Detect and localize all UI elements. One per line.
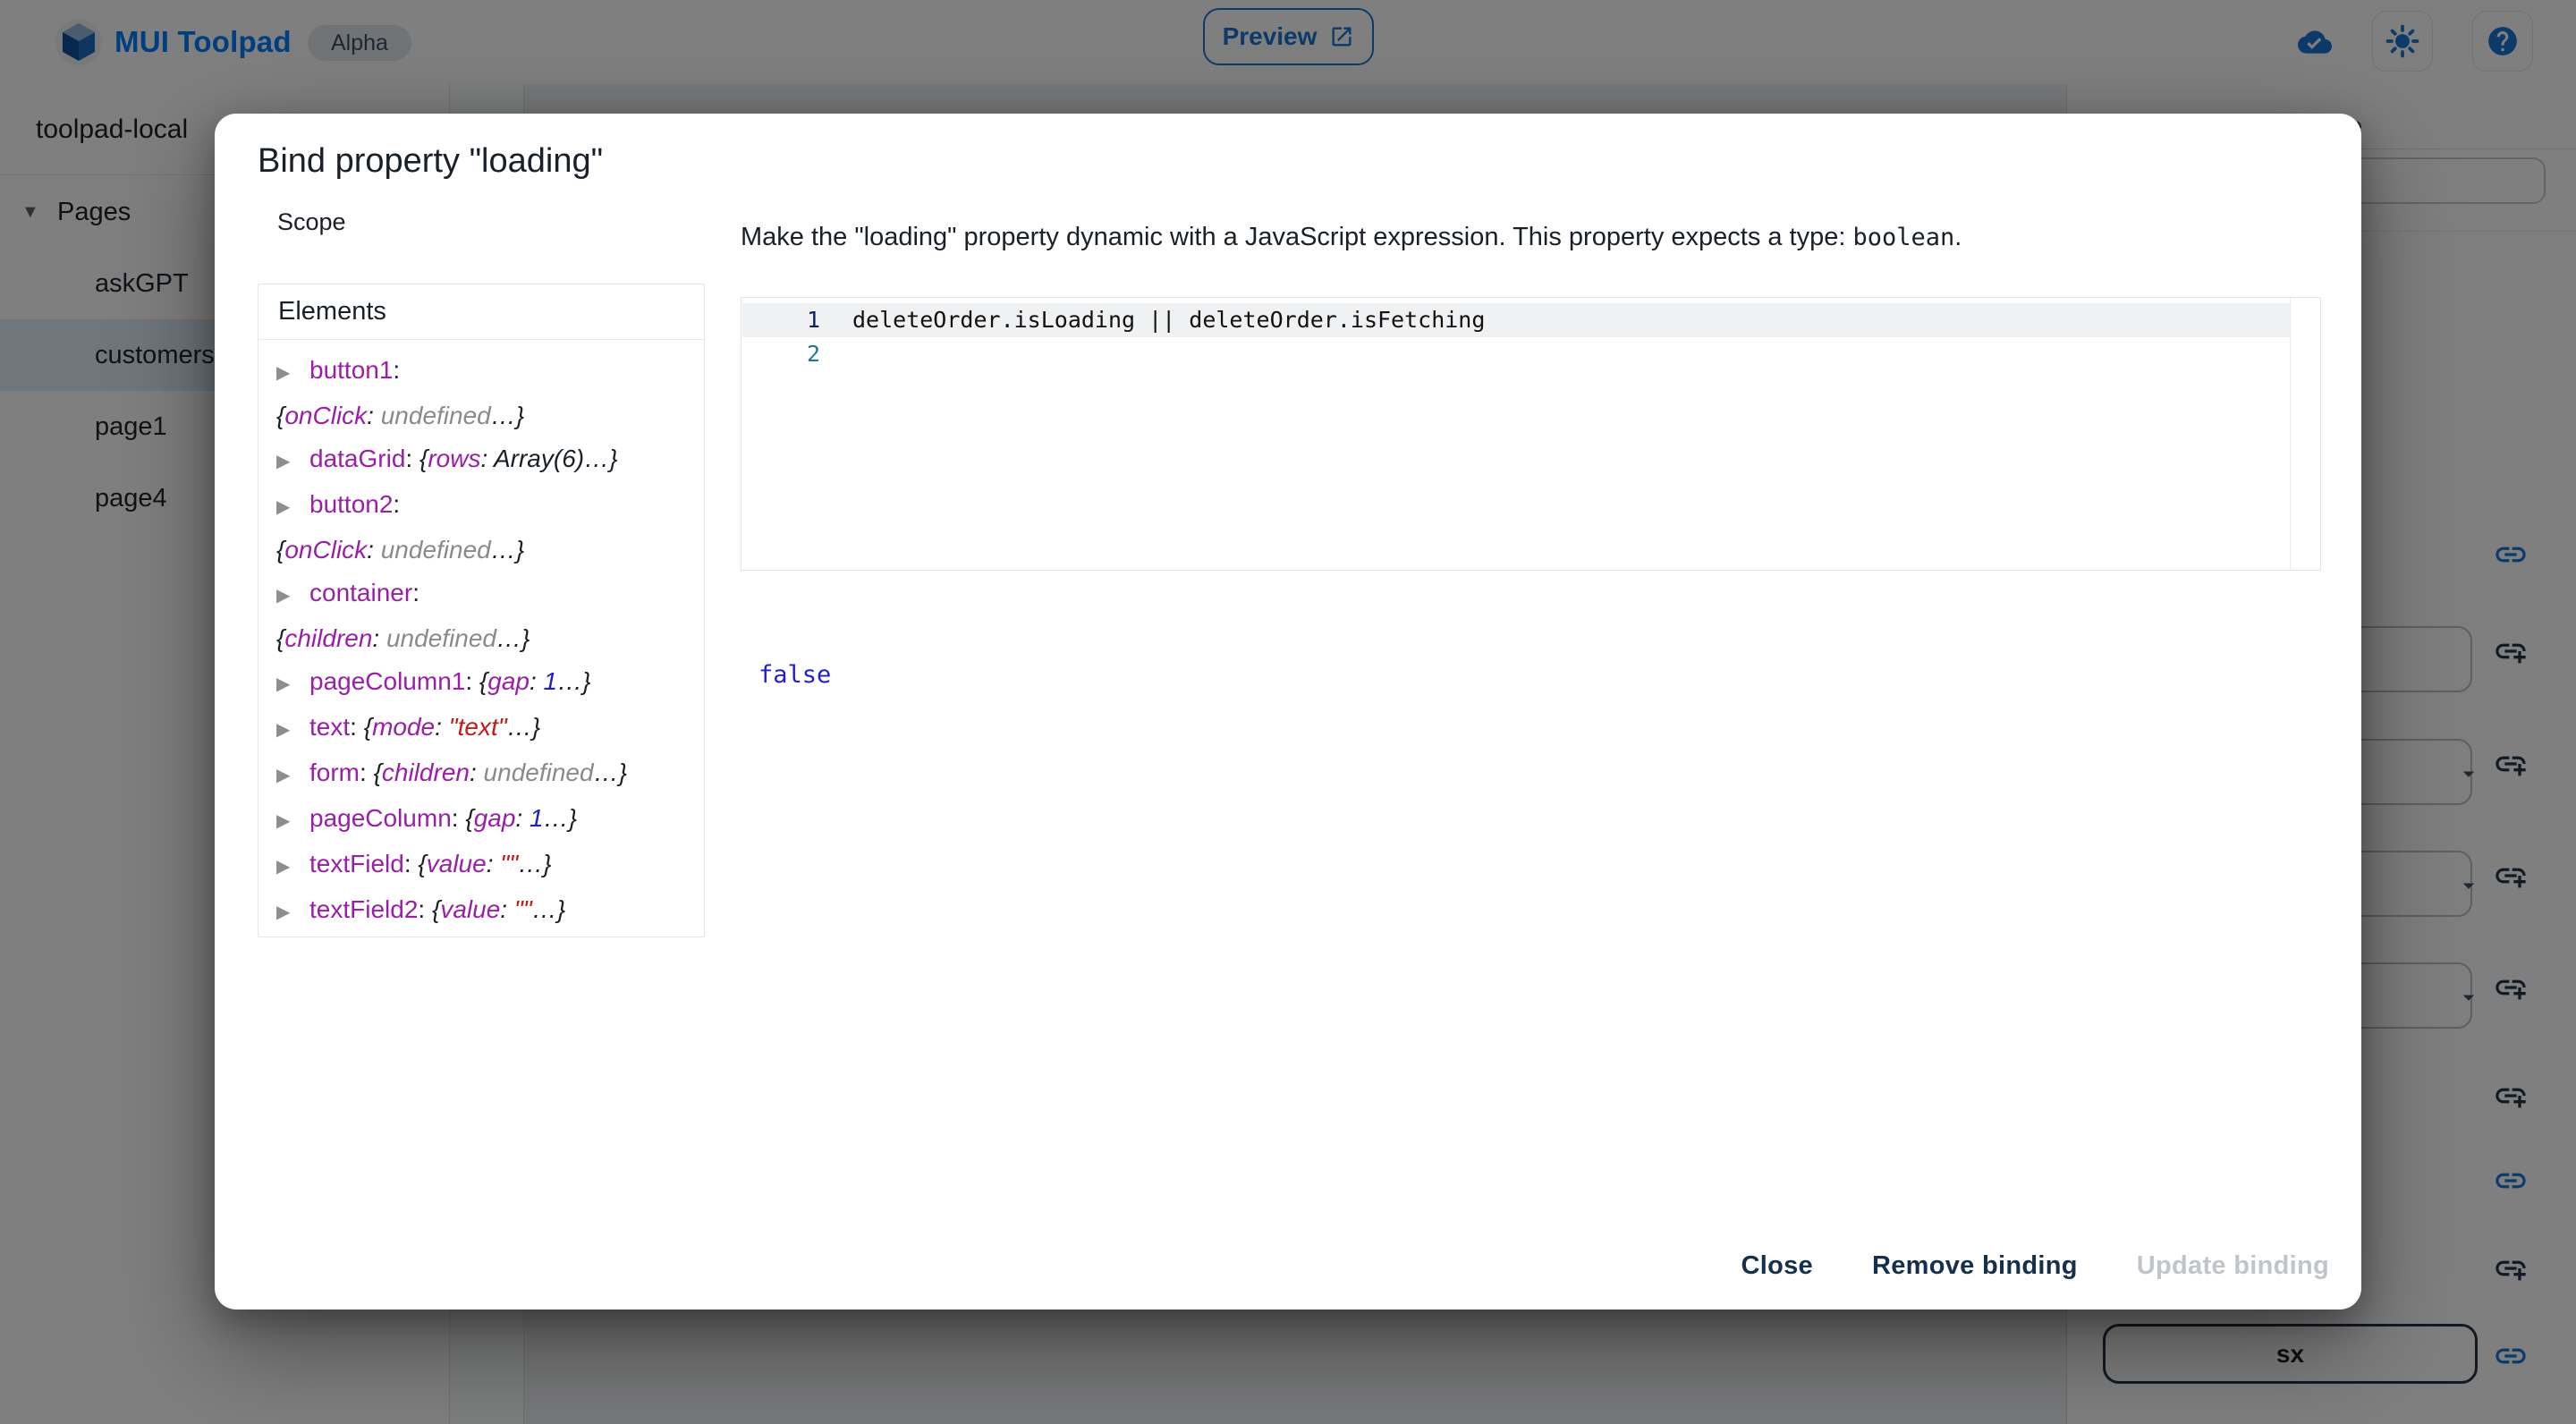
expression-code-editor[interactable]: 1 2 deleteOrder.isLoading || deleteOrder… <box>741 297 2321 571</box>
expand-arrow-icon[interactable]: ▶ <box>276 891 298 934</box>
scope-tree-item-pageColumn[interactable]: ▶pageColumn: {gap: 1…} <box>276 797 695 843</box>
update-binding-button: Update binding <box>2123 1242 2343 1290</box>
instruction-text: Make the "loading" property dynamic with… <box>741 223 1853 251</box>
scope-tree-item-button1[interactable]: ▶button1:{onClick: undefined…} <box>276 349 695 437</box>
scope-tree-item-pageColumn1[interactable]: ▶pageColumn1: {gap: 1…} <box>276 660 695 706</box>
scope-label: Scope <box>277 208 346 236</box>
dialog-actions: Close Remove binding Update binding <box>215 1223 2361 1310</box>
instruction-period: . <box>1954 223 1962 251</box>
expand-arrow-icon[interactable]: ▶ <box>276 845 298 888</box>
scope-tree-item-datePicker[interactable]: ▶datePicker: {value: ""…} <box>276 934 695 937</box>
dialog-title: Bind property "loading" <box>258 142 603 181</box>
editor-scrollbar-lane <box>2290 298 2320 570</box>
expand-arrow-icon[interactable]: ▶ <box>276 800 298 843</box>
line-number-2: 2 <box>741 337 820 371</box>
dialog-instruction: Make the "loading" property dynamic with… <box>741 217 2342 258</box>
remove-binding-button[interactable]: Remove binding <box>1858 1242 2092 1290</box>
expand-arrow-icon[interactable]: ▶ <box>276 708 298 751</box>
code-line: deleteOrder.isLoading || deleteOrder.isF… <box>852 303 1485 337</box>
expected-type: boolean <box>1853 224 1955 251</box>
scope-tree-item-textField2[interactable]: ▶textField2: {value: ""…} <box>276 888 695 934</box>
bind-property-dialog: Bind property "loading" Scope Elements ▶… <box>215 114 2361 1310</box>
scope-tree-item-textField[interactable]: ▶textField: {value: ""…} <box>276 843 695 888</box>
expand-arrow-icon[interactable]: ▶ <box>276 574 298 617</box>
scope-tree-item-button2[interactable]: ▶button2:{onClick: undefined…} <box>276 483 695 572</box>
expand-arrow-icon[interactable]: ▶ <box>276 440 298 483</box>
elements-group-header[interactable]: Elements <box>258 284 704 340</box>
evaluation-result: false <box>758 661 831 689</box>
line-number-1: 1 <box>741 303 820 337</box>
scope-tree-item-text[interactable]: ▶text: {mode: "text"…} <box>276 706 695 751</box>
expand-arrow-icon[interactable]: ▶ <box>276 486 298 529</box>
scope-tree-item-form[interactable]: ▶form: {children: undefined…} <box>276 751 695 797</box>
scope-explorer: Elements ▶button1:{onClick: undefined…}▶… <box>258 284 705 937</box>
expand-arrow-icon[interactable]: ▶ <box>276 754 298 797</box>
expand-arrow-icon[interactable]: ▶ <box>276 663 298 706</box>
scope-tree-item-container[interactable]: ▶container:{children: undefined…} <box>276 572 695 660</box>
close-button[interactable]: Close <box>1727 1242 1827 1290</box>
expand-arrow-icon[interactable]: ▶ <box>276 352 298 394</box>
elements-tree: ▶button1:{onClick: undefined…}▶dataGrid:… <box>258 340 704 937</box>
scope-tree-item-dataGrid[interactable]: ▶dataGrid: {rows: Array(6)…} <box>276 437 695 483</box>
